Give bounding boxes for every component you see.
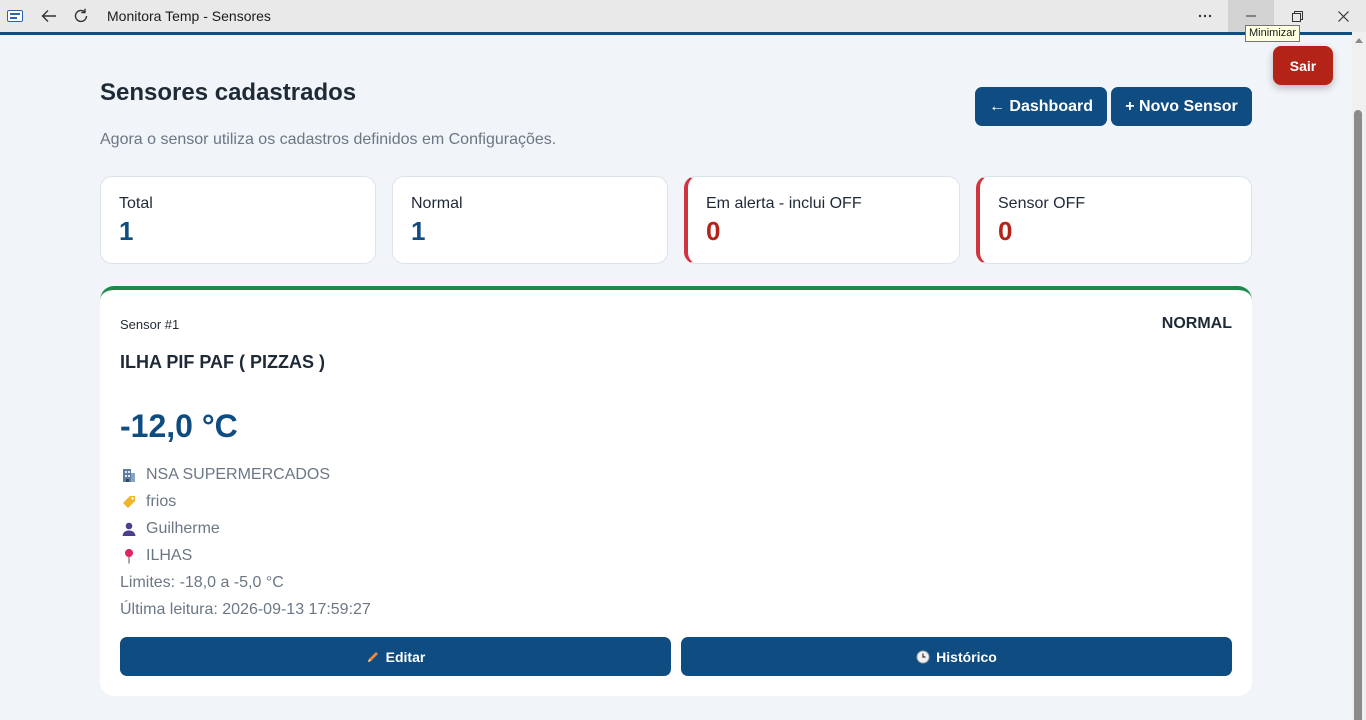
- edit-label: Editar: [385, 648, 426, 665]
- app-icon: [7, 10, 23, 22]
- stat-card-alerta: Em alerta - inclui OFF 0: [684, 176, 960, 264]
- stat-card-off: Sensor OFF 0: [976, 176, 1252, 264]
- new-sensor-button[interactable]: + Novo Sensor: [1111, 87, 1252, 126]
- tag-icon: [120, 494, 138, 510]
- sensor-card: Sensor #1 NORMAL ILHA PIF PAF ( PIZZAS )…: [100, 286, 1252, 696]
- pin-icon: [120, 548, 138, 564]
- stat-value: 1: [119, 216, 134, 246]
- window-title: Monitora Temp - Sensores: [107, 8, 271, 24]
- close-icon: [1337, 10, 1349, 22]
- sensor-last-reading: Última leitura: 2026-09-13 17:59:27: [120, 601, 371, 618]
- clock-icon: [916, 650, 930, 664]
- sensor-name: ILHA PIF PAF ( PIZZAS ): [120, 352, 325, 372]
- reload-icon: [74, 8, 88, 23]
- pencil-icon: [366, 650, 380, 664]
- reload-button[interactable]: [65, 0, 97, 32]
- stat-card-total: Total 1: [100, 176, 376, 264]
- sensor-category-row: frios: [120, 493, 176, 511]
- logout-button[interactable]: Sair: [1273, 46, 1333, 85]
- sensor-status: NORMAL: [1161, 315, 1232, 332]
- building-icon: [120, 467, 138, 483]
- history-button[interactable]: Histórico: [681, 637, 1232, 676]
- sensor-company-row: NSA SUPERMERCADOS: [120, 466, 330, 484]
- sensor-category: frios: [146, 493, 177, 510]
- accent-line: [0, 32, 1352, 35]
- sensor-company: NSA SUPERMERCADOS: [146, 466, 331, 483]
- page-subtitle: Agora o sensor utiliza os cadastros defi…: [100, 131, 557, 148]
- dashboard-button[interactable]: ← Dashboard: [975, 87, 1107, 126]
- back-button[interactable]: [33, 0, 65, 32]
- page-title: Sensores cadastrados: [100, 79, 357, 106]
- window-titlebar: Monitora Temp - Sensores: [0, 0, 1366, 32]
- edit-sensor-button[interactable]: Editar: [120, 637, 671, 676]
- restore-icon: [1291, 10, 1303, 22]
- person-icon: [120, 521, 138, 537]
- stat-value: 0: [706, 216, 721, 246]
- close-button[interactable]: [1320, 0, 1366, 32]
- sensor-responsible-row: Guilherme: [120, 520, 220, 538]
- stat-label: Em alerta - inclui OFF: [706, 195, 862, 212]
- sensor-number: Sensor #1: [120, 317, 180, 332]
- minimize-icon: [1246, 15, 1256, 17]
- sensor-limits: Limites: -18,0 a -5,0 °C: [120, 574, 284, 591]
- more-icon: [1198, 14, 1212, 18]
- sensor-responsible: Guilherme: [146, 520, 220, 537]
- minimize-tooltip: Minimizar: [1245, 25, 1301, 42]
- sensor-location: ILHAS: [146, 547, 193, 564]
- history-label: Histórico: [936, 648, 997, 665]
- arrow-left-icon: [41, 10, 56, 22]
- sensor-location-row: ILHAS: [120, 547, 192, 565]
- stat-value: 0: [998, 216, 1013, 246]
- stat-label: Total: [119, 195, 153, 212]
- stat-card-normal: Normal 1: [392, 176, 668, 264]
- stat-label: Normal: [411, 195, 463, 212]
- more-options-button[interactable]: [1182, 0, 1228, 32]
- stat-label: Sensor OFF: [998, 195, 1086, 212]
- scroll-thumb[interactable]: [1354, 110, 1362, 720]
- sensor-temperature: -12,0 °C: [120, 408, 238, 444]
- stat-value: 1: [411, 216, 426, 246]
- scroll-up-arrow-icon[interactable]: [1355, 38, 1363, 43]
- scrollbar[interactable]: [1352, 32, 1366, 720]
